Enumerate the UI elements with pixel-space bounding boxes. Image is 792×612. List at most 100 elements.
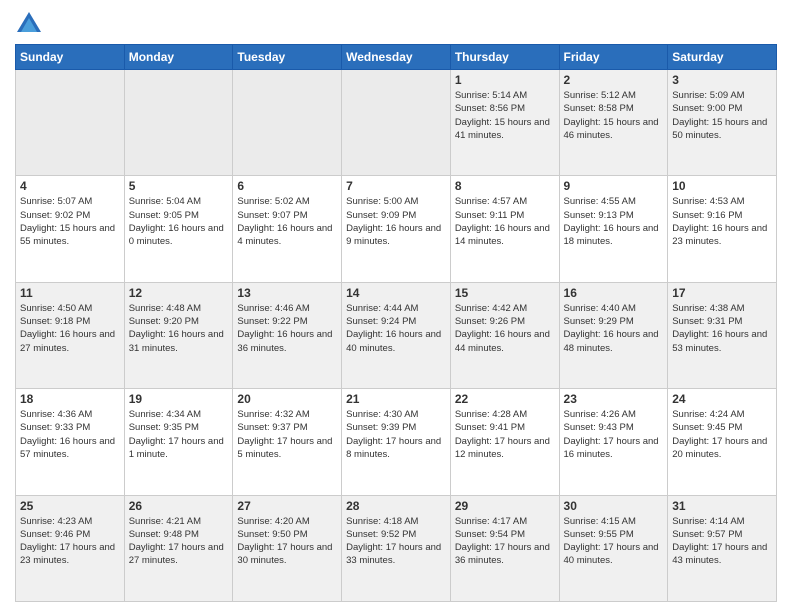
calendar-day-cell: [124, 70, 233, 176]
day-info: Sunrise: 4:20 AM Sunset: 9:50 PM Dayligh…: [237, 515, 337, 568]
calendar-day-cell: 25 Sunrise: 4:23 AM Sunset: 9:46 PM Dayli…: [16, 495, 125, 601]
calendar-day-cell: 11 Sunrise: 4:50 AM Sunset: 9:18 PM Dayli…: [16, 282, 125, 388]
calendar-day-cell: 12Sunrise: 4:48 AM Sunset: 9:20 PM Dayli…: [124, 282, 233, 388]
day-info: Sunrise: 4:15 AM Sunset: 9:55 PM Dayligh…: [564, 515, 664, 568]
day-info: Sunrise: 5:09 AM Sunset: 9:00 PM Dayligh…: [672, 89, 772, 142]
calendar-week-row: 11 Sunrise: 4:50 AM Sunset: 9:18 PM Dayli…: [16, 282, 777, 388]
day-number: 21: [346, 392, 446, 406]
calendar-day-cell: 8 Sunrise: 4:57 AM Sunset: 9:11 PM Daylig…: [450, 176, 559, 282]
day-info: Sunrise: 4:36 AM Sunset: 9:33 PM Dayligh…: [20, 408, 120, 461]
calendar-day-cell: 10 Sunrise: 4:53 AM Sunset: 9:16 PM Dayli…: [668, 176, 777, 282]
calendar-day-cell: 31 Sunrise: 4:14 AM Sunset: 9:57 PM Dayli…: [668, 495, 777, 601]
day-number: 4: [20, 179, 120, 193]
day-number: 2: [564, 73, 664, 87]
calendar-day-cell: 3 Sunrise: 5:09 AM Sunset: 9:00 PM Daylig…: [668, 70, 777, 176]
calendar-day-cell: 24 Sunrise: 4:24 AM Sunset: 9:45 PM Dayli…: [668, 389, 777, 495]
day-info: Sunrise: 4:30 AM Sunset: 9:39 PM Dayligh…: [346, 408, 446, 461]
calendar-day-cell: 20 Sunrise: 4:32 AM Sunset: 9:37 PM Dayli…: [233, 389, 342, 495]
day-number: 22: [455, 392, 555, 406]
day-number: 12: [129, 286, 229, 300]
calendar-day-cell: [342, 70, 451, 176]
calendar-day-cell: 9Sunrise: 4:55 AM Sunset: 9:13 PM Daylig…: [559, 176, 668, 282]
calendar-day-cell: 14 Sunrise: 4:44 AM Sunset: 9:24 PM Dayli…: [342, 282, 451, 388]
day-number: 7: [346, 179, 446, 193]
weekday-header: Monday: [124, 45, 233, 70]
calendar-day-cell: [16, 70, 125, 176]
page: SundayMondayTuesdayWednesdayThursdayFrid…: [0, 0, 792, 612]
day-info: Sunrise: 4:28 AM Sunset: 9:41 PM Dayligh…: [455, 408, 555, 461]
day-number: 29: [455, 499, 555, 513]
day-number: 13: [237, 286, 337, 300]
day-info: Sunrise: 4:46 AM Sunset: 9:22 PM Dayligh…: [237, 302, 337, 355]
calendar-week-row: 18 Sunrise: 4:36 AM Sunset: 9:33 PM Dayli…: [16, 389, 777, 495]
calendar-header-row: SundayMondayTuesdayWednesdayThursdayFrid…: [16, 45, 777, 70]
calendar-day-cell: 17Sunrise: 4:38 AM Sunset: 9:31 PM Dayli…: [668, 282, 777, 388]
day-info: Sunrise: 4:50 AM Sunset: 9:18 PM Dayligh…: [20, 302, 120, 355]
calendar-day-cell: 27 Sunrise: 4:20 AM Sunset: 9:50 PM Dayli…: [233, 495, 342, 601]
day-number: 6: [237, 179, 337, 193]
day-number: 3: [672, 73, 772, 87]
calendar-day-cell: 1 Sunrise: 5:14 AM Sunset: 8:56 PM Daylig…: [450, 70, 559, 176]
day-number: 1: [455, 73, 555, 87]
day-info: Sunrise: 4:14 AM Sunset: 9:57 PM Dayligh…: [672, 515, 772, 568]
day-info: Sunrise: 4:18 AM Sunset: 9:52 PM Dayligh…: [346, 515, 446, 568]
day-number: 5: [129, 179, 229, 193]
day-number: 31: [672, 499, 772, 513]
logo: [15, 10, 47, 38]
day-info: Sunrise: 4:21 AM Sunset: 9:48 PM Dayligh…: [129, 515, 229, 568]
day-info: Sunrise: 4:23 AM Sunset: 9:46 PM Dayligh…: [20, 515, 120, 568]
logo-icon: [15, 10, 43, 38]
day-info: Sunrise: 4:17 AM Sunset: 9:54 PM Dayligh…: [455, 515, 555, 568]
weekday-header: Sunday: [16, 45, 125, 70]
calendar-table: SundayMondayTuesdayWednesdayThursdayFrid…: [15, 44, 777, 602]
day-number: 9: [564, 179, 664, 193]
day-number: 23: [564, 392, 664, 406]
day-info: Sunrise: 4:24 AM Sunset: 9:45 PM Dayligh…: [672, 408, 772, 461]
day-info: Sunrise: 5:00 AM Sunset: 9:09 PM Dayligh…: [346, 195, 446, 248]
day-number: 20: [237, 392, 337, 406]
day-info: Sunrise: 5:04 AM Sunset: 9:05 PM Dayligh…: [129, 195, 229, 248]
calendar-day-cell: 21 Sunrise: 4:30 AM Sunset: 9:39 PM Dayli…: [342, 389, 451, 495]
day-number: 11: [20, 286, 120, 300]
day-number: 17: [672, 286, 772, 300]
calendar-day-cell: 19Sunrise: 4:34 AM Sunset: 9:35 PM Dayli…: [124, 389, 233, 495]
day-number: 24: [672, 392, 772, 406]
day-info: Sunrise: 4:40 AM Sunset: 9:29 PM Dayligh…: [564, 302, 664, 355]
calendar-day-cell: 4 Sunrise: 5:07 AM Sunset: 9:02 PM Daylig…: [16, 176, 125, 282]
day-number: 27: [237, 499, 337, 513]
day-info: Sunrise: 4:34 AM Sunset: 9:35 PM Dayligh…: [129, 408, 229, 461]
calendar-day-cell: 7 Sunrise: 5:00 AM Sunset: 9:09 PM Daylig…: [342, 176, 451, 282]
day-number: 16: [564, 286, 664, 300]
day-info: Sunrise: 5:07 AM Sunset: 9:02 PM Dayligh…: [20, 195, 120, 248]
calendar-day-cell: 6 Sunrise: 5:02 AM Sunset: 9:07 PM Daylig…: [233, 176, 342, 282]
day-info: Sunrise: 4:26 AM Sunset: 9:43 PM Dayligh…: [564, 408, 664, 461]
header: [15, 10, 777, 38]
calendar-week-row: 25 Sunrise: 4:23 AM Sunset: 9:46 PM Dayli…: [16, 495, 777, 601]
day-info: Sunrise: 5:14 AM Sunset: 8:56 PM Dayligh…: [455, 89, 555, 142]
calendar-day-cell: 28 Sunrise: 4:18 AM Sunset: 9:52 PM Dayli…: [342, 495, 451, 601]
day-number: 18: [20, 392, 120, 406]
weekday-header: Wednesday: [342, 45, 451, 70]
day-number: 10: [672, 179, 772, 193]
calendar-day-cell: [233, 70, 342, 176]
day-number: 25: [20, 499, 120, 513]
calendar-day-cell: 23 Sunrise: 4:26 AM Sunset: 9:43 PM Dayli…: [559, 389, 668, 495]
day-info: Sunrise: 4:44 AM Sunset: 9:24 PM Dayligh…: [346, 302, 446, 355]
day-number: 26: [129, 499, 229, 513]
calendar-day-cell: 22 Sunrise: 4:28 AM Sunset: 9:41 PM Dayli…: [450, 389, 559, 495]
day-number: 14: [346, 286, 446, 300]
weekday-header: Saturday: [668, 45, 777, 70]
calendar-day-cell: 5 Sunrise: 5:04 AM Sunset: 9:05 PM Daylig…: [124, 176, 233, 282]
weekday-header: Friday: [559, 45, 668, 70]
calendar-day-cell: 16 Sunrise: 4:40 AM Sunset: 9:29 PM Dayli…: [559, 282, 668, 388]
day-info: Sunrise: 4:32 AM Sunset: 9:37 PM Dayligh…: [237, 408, 337, 461]
day-info: Sunrise: 4:42 AM Sunset: 9:26 PM Dayligh…: [455, 302, 555, 355]
calendar-week-row: 1 Sunrise: 5:14 AM Sunset: 8:56 PM Daylig…: [16, 70, 777, 176]
day-number: 28: [346, 499, 446, 513]
day-info: Sunrise: 5:02 AM Sunset: 9:07 PM Dayligh…: [237, 195, 337, 248]
day-info: Sunrise: 4:57 AM Sunset: 9:11 PM Dayligh…: [455, 195, 555, 248]
day-number: 8: [455, 179, 555, 193]
calendar-day-cell: 29 Sunrise: 4:17 AM Sunset: 9:54 PM Dayli…: [450, 495, 559, 601]
calendar-day-cell: 18 Sunrise: 4:36 AM Sunset: 9:33 PM Dayli…: [16, 389, 125, 495]
day-info: Sunrise: 4:53 AM Sunset: 9:16 PM Dayligh…: [672, 195, 772, 248]
